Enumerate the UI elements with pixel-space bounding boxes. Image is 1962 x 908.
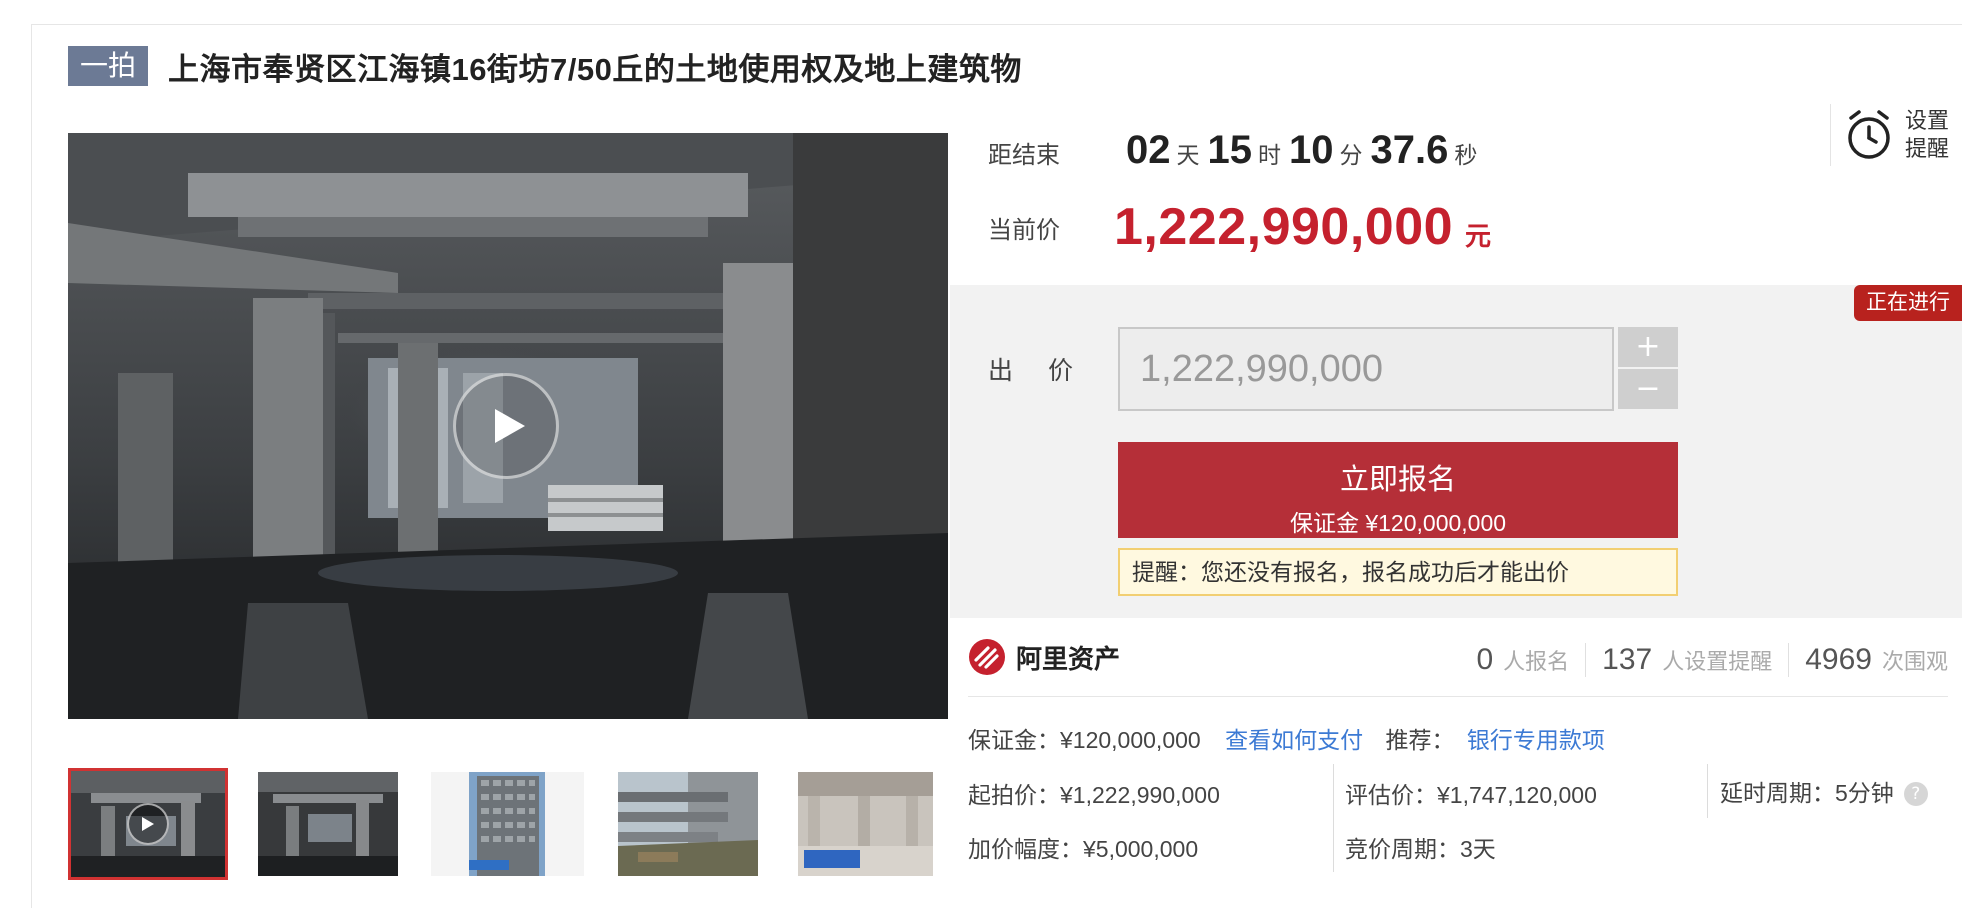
- stats-group: 0 人报名 137 人设置提醒 4969 次围观: [1460, 643, 1948, 683]
- countdown-minutes: 10: [1289, 128, 1334, 172]
- start-price: 起拍价：¥1,222,990,000: [968, 782, 1220, 808]
- play-icon: [495, 409, 525, 443]
- recommend-label: 推荐：: [1385, 727, 1455, 753]
- reminder-label: 设置 提醒: [1905, 108, 1950, 161]
- bank-funds-link[interactable]: 银行专用款项: [1467, 727, 1605, 753]
- register-now-label: 立即报名: [1339, 464, 1456, 496]
- platform-logo[interactable]: 阿里资产: [968, 638, 1120, 676]
- current-price-label: 当前价: [988, 216, 1060, 244]
- delay-period: 延时周期：5分钟: [1720, 780, 1894, 806]
- appraisal-price: 评估价：¥1,747,120,000: [1345, 782, 1597, 808]
- register-deposit-label: 保证金 ¥120,000,000: [1289, 510, 1507, 536]
- bid-panel: 正在进行 出 价 + − 立即报名 保证金 ¥120,000,000 提醒：您还…: [950, 285, 1962, 618]
- detail-divider: [1333, 764, 1334, 872]
- title-row: 一拍 上海市奉贤区江海镇16街坊7/50丘的土地使用权及地上建筑物: [68, 46, 1022, 87]
- decrease-bid-button[interactable]: −: [1618, 369, 1678, 409]
- alarm-clock-icon: [1848, 110, 1890, 159]
- current-price-unit: 元: [1465, 220, 1492, 251]
- current-price-value: 1,222,990,000: [1114, 198, 1454, 256]
- detail-divider: [1707, 764, 1708, 818]
- registration-notice: 提醒：您还没有报名，报名成功后才能出价: [1118, 548, 1678, 596]
- thumbnail-play-icon: [127, 803, 169, 845]
- delay-period-row: 延时周期：5分钟?: [1720, 774, 1928, 808]
- platform-stats-row: 阿里资产 0 人报名 137 人设置提醒 4969 次围观: [968, 635, 1948, 697]
- stat-registrations: 0 人报名: [1476, 643, 1570, 676]
- stat-views: 4969 次围观: [1788, 643, 1948, 677]
- deposit-info-row: 保证金：¥120,000,000 查看如何支付 推荐： 银行专用款项: [968, 721, 1605, 755]
- countdown-label: 距结束: [988, 142, 1060, 169]
- help-icon[interactable]: ?: [1903, 782, 1928, 806]
- set-reminder-button[interactable]: 设置 提醒: [1830, 104, 1962, 166]
- countdown-minutes-unit: 分: [1339, 142, 1363, 168]
- countdown-days-unit: 天: [1176, 142, 1200, 168]
- status-badge: 正在进行: [1854, 285, 1962, 321]
- bid-increment: 加价幅度：¥5,000,000: [968, 836, 1199, 862]
- stat-reminders: 137 人设置提醒: [1585, 643, 1788, 677]
- countdown-seconds-unit: 秒: [1454, 142, 1478, 168]
- thumbnail-video[interactable]: [68, 768, 228, 880]
- bidding-period: 竞价周期：3天: [1345, 836, 1496, 862]
- thumbnail-exterior[interactable]: [618, 772, 758, 876]
- thumbnail-interior-2[interactable]: [258, 772, 398, 876]
- thumbnail-tower[interactable]: [431, 772, 584, 876]
- page-title: 上海市奉贤区江海镇16街坊7/50丘的土地使用权及地上建筑物: [168, 51, 1022, 87]
- countdown-seconds: 37.6: [1370, 128, 1449, 172]
- thumbnail-parking[interactable]: [798, 772, 933, 876]
- play-button[interactable]: [453, 373, 559, 479]
- current-price-row: 当前价 1,222,990,000 元: [988, 192, 1491, 262]
- ali-asset-logo-icon: [969, 639, 1005, 675]
- bid-amount-input[interactable]: [1118, 327, 1614, 411]
- bid-label: 出 价: [988, 357, 1087, 385]
- countdown-hours: 15: [1207, 128, 1253, 172]
- main-video-preview[interactable]: [68, 133, 948, 719]
- increase-bid-button[interactable]: +: [1618, 327, 1678, 367]
- how-to-pay-link[interactable]: 查看如何支付: [1225, 727, 1363, 753]
- countdown: 距结束 02 天 15 时 10 分 37.6 秒: [988, 128, 1485, 178]
- deposit-text: 保证金：¥120,000,000: [968, 727, 1201, 753]
- countdown-days: 02: [1126, 128, 1171, 172]
- countdown-hours-unit: 时: [1258, 142, 1281, 168]
- auction-round-tag: 一拍: [68, 46, 149, 86]
- register-now-button[interactable]: 立即报名 保证金 ¥120,000,000: [1118, 442, 1678, 538]
- platform-name: 阿里资产: [1016, 643, 1121, 674]
